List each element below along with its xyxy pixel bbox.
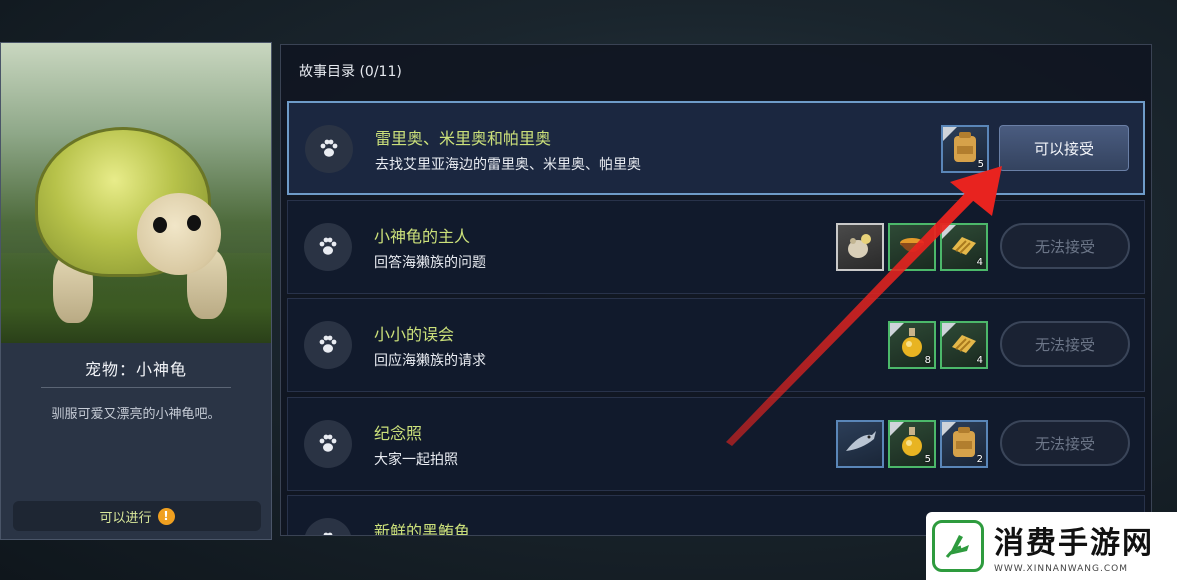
pet-portrait-image [1,43,271,343]
quest-subtitle: 回答海獭族的问题 [374,255,486,271]
unavailable-button[interactable]: 无法接受 [1000,420,1130,466]
watermark: 消费手游网 WWW.XINNANWANG.COM [926,512,1177,580]
reward-count: 5 [924,454,931,465]
accept-button[interactable]: 可以接受 [999,125,1129,171]
watermark-title: 消费手游网 [994,526,1154,561]
reward-count: 4 [976,257,983,268]
paw-icon [304,321,352,369]
quest-subtitle: 去找艾里亚海边的雷里奥、米里奥、帕里奥 [375,157,641,173]
reward-item-fish[interactable] [836,420,884,468]
exclamation-icon: ! [157,507,175,525]
reward-count: 5 [977,159,984,170]
reward-corner-marker [942,422,956,436]
pet-status-button[interactable]: 可以进行 ! [13,501,261,531]
reward-list: 84 [888,321,988,369]
reward-item-backpack[interactable]: 2 [940,420,988,468]
paw-icon [304,518,352,535]
reward-count: 8 [924,355,931,366]
quest-title: 纪念照 [374,424,423,443]
pet-card: 宠物：小神龟 驯服可爱又漂亮的小神龟吧。 可以进行 ! [0,42,272,540]
pet-status-label: 可以进行 [99,510,152,526]
quest-row[interactable]: 雷里奥、米里奥和帕里奥去找艾里亚海边的雷里奥、米里奥、帕里奥 5 可以接受 [287,101,1145,195]
quest-title: 新鲜的黑鲔鱼 [374,522,471,536]
reward-item-potion[interactable]: 5 [888,420,936,468]
reward-corner-marker [943,127,957,141]
paw-icon [304,223,352,271]
reward-item-backpack[interactable]: 5 [941,125,989,173]
reward-item-bread[interactable]: 4 [940,321,988,369]
food-bowl-icon [896,231,928,263]
quest-row[interactable]: 小小的误会 回应海獭族的请求 8 4 无法接受 [287,298,1145,392]
paw-icon [304,420,352,468]
grain-sack-icon [844,229,876,265]
reward-list: 5 [941,125,989,173]
leaf-logo-icon [932,520,984,572]
panel-title: 故事目录 (0/11) [299,64,402,80]
quest-subtitle: 大家一起拍照 [374,452,458,468]
quest-row[interactable]: 纪念照 大家一起拍照 5 2 无法接受 [287,397,1145,491]
turtle-eye-left [153,217,167,233]
reward-item-potion[interactable]: 8 [888,321,936,369]
watermark-url: WWW.XINNANWANG.COM [994,564,1128,574]
pet-name: 宠物：小神龟 [84,360,187,379]
reward-list: 52 [836,420,988,468]
reward-count: 4 [976,355,983,366]
reward-item-food-bowl[interactable] [888,223,936,271]
quest-row[interactable]: 小神龟的主人 回答海獭族的问题 4 无法接受 [287,200,1145,294]
unavailable-button[interactable]: 无法接受 [1000,321,1130,367]
quest-panel: 故事目录 (0/11) 雷里奥、米里奥和帕里奥去找艾里亚海边的雷里奥、米里奥、帕… [280,44,1152,536]
divider [41,387,231,388]
reward-list: 4 [836,223,988,271]
turtle-eye-right [187,215,201,231]
reward-item-grain-sack[interactable] [836,223,884,271]
quest-title: 小神龟的主人 [374,227,471,246]
reward-item-bread[interactable]: 4 [940,223,988,271]
quest-title: 雷里奥、米里奥和帕里奥 [375,129,552,148]
fish-icon [842,427,878,461]
reward-corner-marker [942,323,956,337]
reward-corner-marker [890,422,904,436]
quest-subtitle: 回应海獭族的请求 [374,353,486,369]
reward-count: 2 [976,454,983,465]
unavailable-button[interactable]: 无法接受 [1000,223,1130,269]
paw-icon [305,125,353,173]
pet-description: 驯服可爱又漂亮的小神龟吧。 [51,407,221,422]
turtle-head [137,193,221,275]
reward-corner-marker [942,225,956,239]
quest-title: 小小的误会 [374,325,455,344]
reward-corner-marker [890,323,904,337]
